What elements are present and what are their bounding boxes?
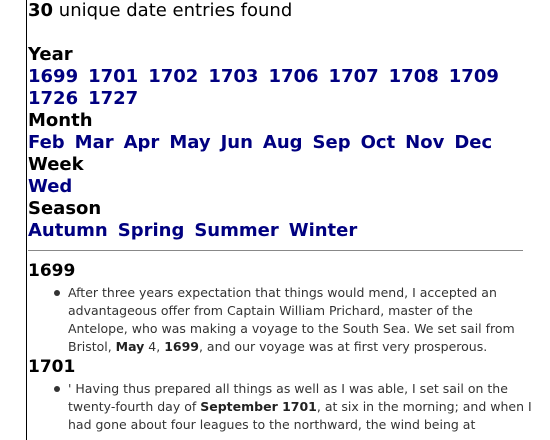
facet-week-link-wed[interactable]: Wed <box>28 176 72 198</box>
facet-year-links: 1699 1701 1702 1703 1706 1707 1708 1709 1726 1727 <box>28 66 528 110</box>
result-group-1699: 1699 After three years expectation that … <box>28 260 528 356</box>
facet-season-link-autumn[interactable]: Autumn <box>28 220 108 242</box>
facet-month-link-sep[interactable]: Sep <box>313 132 351 154</box>
main-content: 30 unique date entries found Year 1699 17… <box>28 0 532 434</box>
facet-year-link-1701[interactable]: 1701 <box>88 66 138 88</box>
facet-season-links: Autumn Spring Summer Winter <box>28 220 528 242</box>
result-year-heading: 1699 <box>28 261 76 281</box>
facet-month-link-nov[interactable]: Nov <box>405 132 444 154</box>
facet-year-link-1703[interactable]: 1703 <box>208 66 258 88</box>
facet-year-link-1706[interactable]: 1706 <box>268 66 318 88</box>
date-highlight: May <box>115 339 145 354</box>
facet-season-link-spring[interactable]: Spring <box>118 220 185 242</box>
facet-month-link-oct[interactable]: Oct <box>361 132 396 154</box>
date-highlight: 1699 <box>164 339 199 354</box>
result-summary-text: unique date entries found <box>58 0 293 21</box>
facet-week-links: Wed <box>28 176 528 198</box>
facet-month-heading: Month <box>28 110 93 131</box>
result-count: 30 <box>28 0 54 21</box>
facet-month-link-mar[interactable]: Mar <box>75 132 114 154</box>
facet-month-link-jun[interactable]: Jun <box>221 132 253 154</box>
facet-month-link-feb[interactable]: Feb <box>28 132 65 154</box>
facet-season-link-summer[interactable]: Summer <box>194 220 278 242</box>
result-entry: ' Having thus prepared all things as wel… <box>28 380 533 434</box>
facet-year-heading: Year <box>28 44 73 65</box>
facet-year-link-1699[interactable]: 1699 <box>28 66 78 88</box>
bullet-icon <box>54 290 60 296</box>
facet-month-link-may[interactable]: May <box>169 132 210 154</box>
result-year-heading: 1701 <box>28 357 76 377</box>
result-summary: 30 unique date entries found <box>28 0 528 22</box>
facet-year-link-1708[interactable]: 1708 <box>389 66 439 88</box>
facet-year-link-1727[interactable]: 1727 <box>88 88 138 110</box>
result-group-1701: 1701 ' Having thus prepared all things a… <box>28 356 532 434</box>
facet-year-link-1707[interactable]: 1707 <box>329 66 379 88</box>
result-entry: After three years expectation that thing… <box>28 284 533 356</box>
facet-month-link-aug[interactable]: Aug <box>263 132 303 154</box>
facet-month-links: Feb Mar Apr May Jun Aug Sep Oct Nov Dec <box>28 132 528 154</box>
facet-season-heading: Season <box>28 198 102 219</box>
bullet-icon <box>54 386 60 392</box>
facet-year-link-1726[interactable]: 1726 <box>28 88 78 110</box>
left-border-rule <box>26 0 27 440</box>
facet-month-link-apr[interactable]: Apr <box>124 132 160 154</box>
facet-week-heading: Week <box>28 154 84 175</box>
facet-month-link-dec[interactable]: Dec <box>454 132 492 154</box>
facet-season-link-winter[interactable]: Winter <box>289 220 358 242</box>
facet-year-link-1702[interactable]: 1702 <box>148 66 198 88</box>
facet-year-link-1709[interactable]: 1709 <box>449 66 499 88</box>
section-divider <box>28 250 523 251</box>
date-highlight: September 1701 <box>200 399 317 414</box>
